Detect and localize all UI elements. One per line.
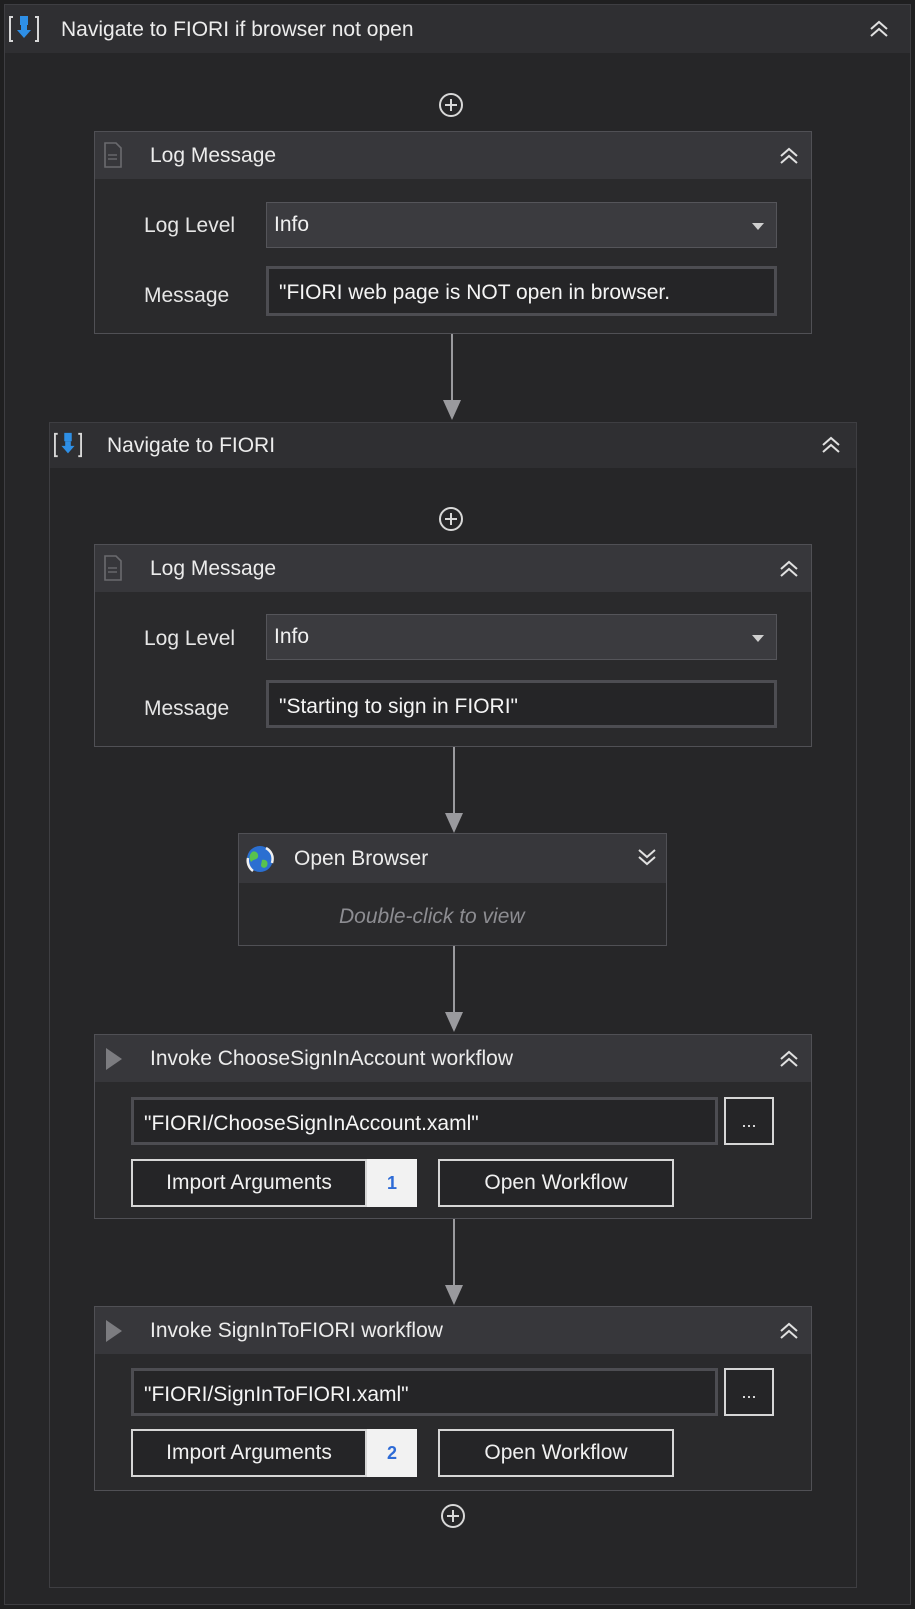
chevron-down-icon[interactable] xyxy=(752,635,764,642)
double-chevron-up-icon[interactable] xyxy=(779,1049,799,1069)
outer-sequence-title: Navigate to FIORI if browser not open xyxy=(61,18,414,41)
argument-count-badge: 1 xyxy=(367,1159,417,1207)
add-circle-icon[interactable] xyxy=(439,1502,467,1530)
log-level-label: Log Level xyxy=(144,214,236,237)
message-input[interactable]: "FIORI web page is NOT open in browser. xyxy=(266,266,777,316)
play-icon xyxy=(106,1320,122,1342)
double-chevron-down-icon[interactable] xyxy=(637,847,657,867)
globe-icon xyxy=(246,846,274,872)
open-browser-header[interactable]: Open Browser xyxy=(239,834,666,883)
double-click-hint: Double-click to view xyxy=(339,905,525,928)
message-input[interactable]: "Starting to sign in FIORI" xyxy=(266,680,777,728)
invoke-1-header[interactable]: Invoke ChooseSignInAccount workflow xyxy=(95,1035,811,1082)
chevron-down-icon[interactable] xyxy=(752,223,764,230)
play-icon xyxy=(106,1048,122,1070)
double-chevron-up-icon[interactable] xyxy=(779,146,799,166)
connector-arrow xyxy=(445,946,463,1032)
browse-button[interactable]: ... xyxy=(724,1368,774,1416)
log-message-activity-1[interactable]: Log Message Log Level Info Message "FIOR… xyxy=(94,131,812,334)
inner-sequence-title: Navigate to FIORI xyxy=(107,434,276,457)
inner-sequence-header[interactable]: Navigate to FIORI xyxy=(50,423,856,468)
invoke-2-title: Invoke SignInToFIORI workflow xyxy=(150,1319,443,1342)
double-chevron-up-icon[interactable] xyxy=(821,435,841,455)
connector-arrow xyxy=(445,747,463,833)
document-icon xyxy=(104,142,122,168)
log-level-dropdown[interactable]: Info xyxy=(266,202,777,248)
log-level-value: Info xyxy=(274,213,310,236)
open-workflow-button[interactable]: Open Workflow xyxy=(438,1429,674,1477)
message-label: Message xyxy=(144,284,230,307)
browse-button[interactable]: ... xyxy=(724,1097,774,1145)
invoke-workflow-activity-2[interactable]: Invoke SignInToFIORI workflow "FIORI/Sig… xyxy=(94,1306,812,1491)
open-browser-activity[interactable]: Open Browser Double-click to view xyxy=(238,833,667,946)
log-level-label: Log Level xyxy=(144,627,236,650)
log-message-2-header[interactable]: Log Message xyxy=(95,545,811,592)
workflow-path-input[interactable]: "FIORI/ChooseSignInAccount.xaml" xyxy=(131,1097,718,1145)
log-message-1-title: Log Message xyxy=(150,144,277,167)
import-arguments-button[interactable]: Import Arguments xyxy=(131,1429,367,1477)
add-circle-icon[interactable] xyxy=(437,505,465,533)
argument-count-badge: 2 xyxy=(367,1429,417,1477)
double-chevron-up-icon[interactable] xyxy=(779,559,799,579)
workflow-path-input[interactable]: "FIORI/SignInToFIORI.xaml" xyxy=(131,1368,718,1416)
invoke-workflow-activity-1[interactable]: Invoke ChooseSignInAccount workflow "FIO… xyxy=(94,1034,812,1219)
add-circle-icon[interactable] xyxy=(437,91,465,119)
log-level-value: Info xyxy=(274,625,310,648)
open-workflow-button[interactable]: Open Workflow xyxy=(438,1159,674,1207)
double-chevron-up-icon[interactable] xyxy=(869,19,889,39)
log-message-1-header[interactable]: Log Message xyxy=(95,132,811,179)
open-browser-title: Open Browser xyxy=(294,847,429,870)
log-level-dropdown[interactable]: Info xyxy=(266,614,777,660)
invoke-2-header[interactable]: Invoke SignInToFIORI workflow xyxy=(95,1307,811,1354)
outer-sequence-header[interactable]: Navigate to FIORI if browser not open xyxy=(5,5,910,53)
message-label: Message xyxy=(144,697,230,720)
double-chevron-up-icon[interactable] xyxy=(779,1321,799,1341)
log-message-activity-2[interactable]: Log Message Log Level Info Message "Star… xyxy=(94,544,812,747)
invoke-1-title: Invoke ChooseSignInAccount workflow xyxy=(150,1047,514,1070)
log-message-2-title: Log Message xyxy=(150,557,277,580)
connector-arrow xyxy=(443,334,461,420)
import-arguments-button[interactable]: Import Arguments xyxy=(131,1159,367,1207)
sequence-icon xyxy=(54,432,82,458)
document-icon xyxy=(104,555,122,581)
sequence-icon xyxy=(9,16,39,42)
connector-arrow xyxy=(445,1219,463,1305)
